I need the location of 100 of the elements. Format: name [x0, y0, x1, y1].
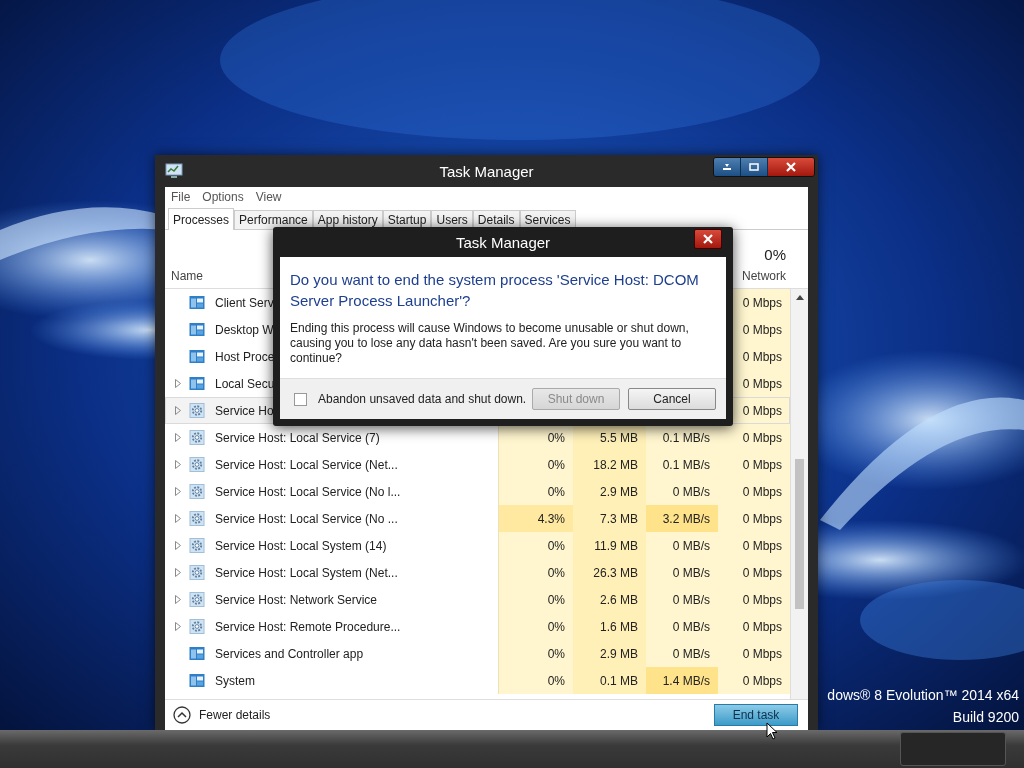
edition-text: dows® 8 Evolution™ 2014 x64	[827, 686, 1019, 705]
network-value: 0 Mbps	[742, 565, 782, 580]
menu-item[interactable]: File	[171, 190, 191, 204]
memory-value: 2.6 MB	[600, 592, 638, 607]
process-name: Client Serv	[215, 295, 274, 310]
network-value: 0 Mbps	[742, 403, 782, 418]
expand-icon[interactable]	[175, 379, 181, 388]
disk-value: 0 MB/s	[672, 538, 710, 553]
gear-icon	[189, 565, 205, 580]
process-name: System	[215, 673, 255, 688]
network-value: 0 Mbps	[742, 592, 782, 607]
column-heading[interactable]: Network	[742, 269, 786, 283]
expand-icon[interactable]	[175, 541, 181, 550]
disk-value: 1.4 MB/s	[662, 673, 710, 688]
disk-value: 3.2 MB/s	[662, 511, 710, 526]
network-value: 0 Mbps	[742, 646, 782, 661]
window-icon	[189, 322, 205, 337]
gear-icon	[189, 484, 205, 499]
process-name: Host Proce	[215, 349, 275, 364]
minimize-button[interactable]	[714, 158, 741, 176]
gear-icon	[189, 430, 205, 445]
scrollbar[interactable]	[790, 289, 808, 699]
network-value: 0 Mbps	[742, 349, 782, 364]
scroll-up-icon[interactable]	[795, 295, 804, 300]
process-name: Desktop W	[215, 322, 274, 337]
expand-icon[interactable]	[175, 568, 181, 577]
dialog-button[interactable]: Cancel	[628, 388, 716, 410]
cpu-value: 4.3%	[537, 511, 565, 526]
disk-value: 0.1 MB/s	[662, 430, 710, 445]
disk-value: 0 MB/s	[672, 619, 710, 634]
network-value: 0 Mbps	[742, 457, 782, 472]
network-value: 0 Mbps	[742, 430, 782, 445]
restore-button[interactable]	[741, 158, 768, 176]
cpu-value: 0%	[547, 538, 565, 553]
dialog-title: Task Manager	[455, 233, 551, 251]
gear-icon	[189, 457, 205, 472]
expand-icon[interactable]	[175, 433, 181, 442]
cpu-value: 0%	[547, 457, 565, 472]
process-name: Service Host: Local Service (No l...	[215, 484, 401, 499]
close-button[interactable]	[768, 158, 814, 176]
gear-icon	[189, 538, 205, 553]
tab[interactable]: Processes	[168, 208, 235, 230]
process-name: Service Ho	[215, 403, 274, 418]
process-row[interactable]: Service Host: Local Service (No ... 4.3% 7.3 MB 3.2 MB/s 0 Mbps	[165, 505, 790, 532]
disk-value: 0 MB/s	[672, 646, 710, 661]
process-row[interactable]: Service Host: Local Service (Net... 0% 18.2 MB 0.1 MB/s 0 Mbps	[165, 451, 790, 478]
process-row[interactable]: Service Host: Network Service 0% 2.6 MB 0 MB/s 0 Mbps	[165, 586, 790, 613]
process-name: Service Host: Local Service (No ...	[215, 511, 398, 526]
menu-item[interactable]: Options	[202, 190, 244, 204]
expand-icon[interactable]	[175, 487, 181, 496]
memory-value: 1.6 MB	[600, 619, 638, 634]
network-value: 0 Mbps	[742, 376, 782, 391]
network-value: 0 Mbps	[742, 511, 782, 526]
dialog-heading: Do you want to end the system process 'Service Host: DCOM Server Process Launcher'?	[290, 270, 700, 311]
window-icon	[189, 673, 205, 688]
cpu-value: 0%	[547, 673, 565, 688]
tab[interactable]: Performance	[234, 210, 313, 229]
process-row[interactable]: System 0% 0.1 MB 1.4 MB/s 0 Mbps	[165, 667, 790, 694]
expand-icon[interactable]	[175, 406, 181, 415]
fewer-details-link[interactable]: Fewer details	[173, 706, 271, 724]
fewer-details-text[interactable]: Fewer details	[199, 708, 271, 722]
process-name: Service Host: Remote Procedure...	[215, 619, 401, 634]
process-row[interactable]: Service Host: Local System (14) 0% 11.9 MB 0 MB/s 0 Mbps	[165, 532, 790, 559]
memory-value: 2.9 MB	[600, 646, 638, 661]
cpu-value: 0%	[547, 565, 565, 580]
process-name: Service Host: Network Service	[215, 592, 378, 607]
process-name: Service Host: Local System (Net...	[215, 565, 398, 580]
expand-icon[interactable]	[175, 595, 181, 604]
process-name: Service Host: Local System (14)	[215, 538, 387, 553]
taskbar-button[interactable]	[900, 732, 1006, 766]
close-button[interactable]	[694, 229, 722, 249]
gear-icon	[189, 619, 205, 634]
column-heading[interactable]: Name	[165, 269, 203, 288]
menu-item[interactable]: View	[255, 190, 282, 204]
network-value: 0 Mbps	[742, 673, 782, 688]
window-icon	[189, 295, 205, 310]
expand-icon[interactable]	[175, 514, 181, 523]
network-value: 0 Mbps	[742, 295, 782, 310]
network-usage-text: 0%	[764, 246, 786, 263]
checkbox[interactable]	[294, 392, 307, 406]
expand-icon[interactable]	[175, 622, 181, 631]
process-row[interactable]: Services and Controller app 0% 2.9 MB 0 MB/s 0 Mbps	[165, 640, 790, 667]
window-icon	[189, 349, 205, 364]
checkbox-label[interactable]: Abandon unsaved data and shut down.	[318, 392, 527, 406]
expand-icon[interactable]	[175, 460, 181, 469]
process-row[interactable]: Service Host: Local System (Net... 0% 26.3 MB 0 MB/s 0 Mbps	[165, 559, 790, 586]
close-icon	[703, 234, 713, 244]
process-row[interactable]: Service Host: Remote Procedure... 0% 1.6 MB 0 MB/s 0 Mbps	[165, 613, 790, 640]
window-title: Task Manager	[439, 162, 534, 180]
monitor-icon	[165, 163, 183, 179]
build-text: Build 9200	[952, 708, 1019, 727]
end-task-button[interactable]: End task	[714, 704, 798, 726]
memory-value: 0.1 MB	[600, 673, 638, 688]
gear-icon	[189, 511, 205, 526]
memory-value: 18.2 MB	[593, 457, 638, 472]
memory-value: 26.3 MB	[593, 565, 638, 580]
scroll-thumb[interactable]	[795, 459, 804, 609]
close-icon	[786, 162, 796, 172]
process-row[interactable]: Service Host: Local Service (No l... 0% 2.9 MB 0 MB/s 0 Mbps	[165, 478, 790, 505]
process-name: Service Host: Local Service (Net...	[215, 457, 398, 472]
